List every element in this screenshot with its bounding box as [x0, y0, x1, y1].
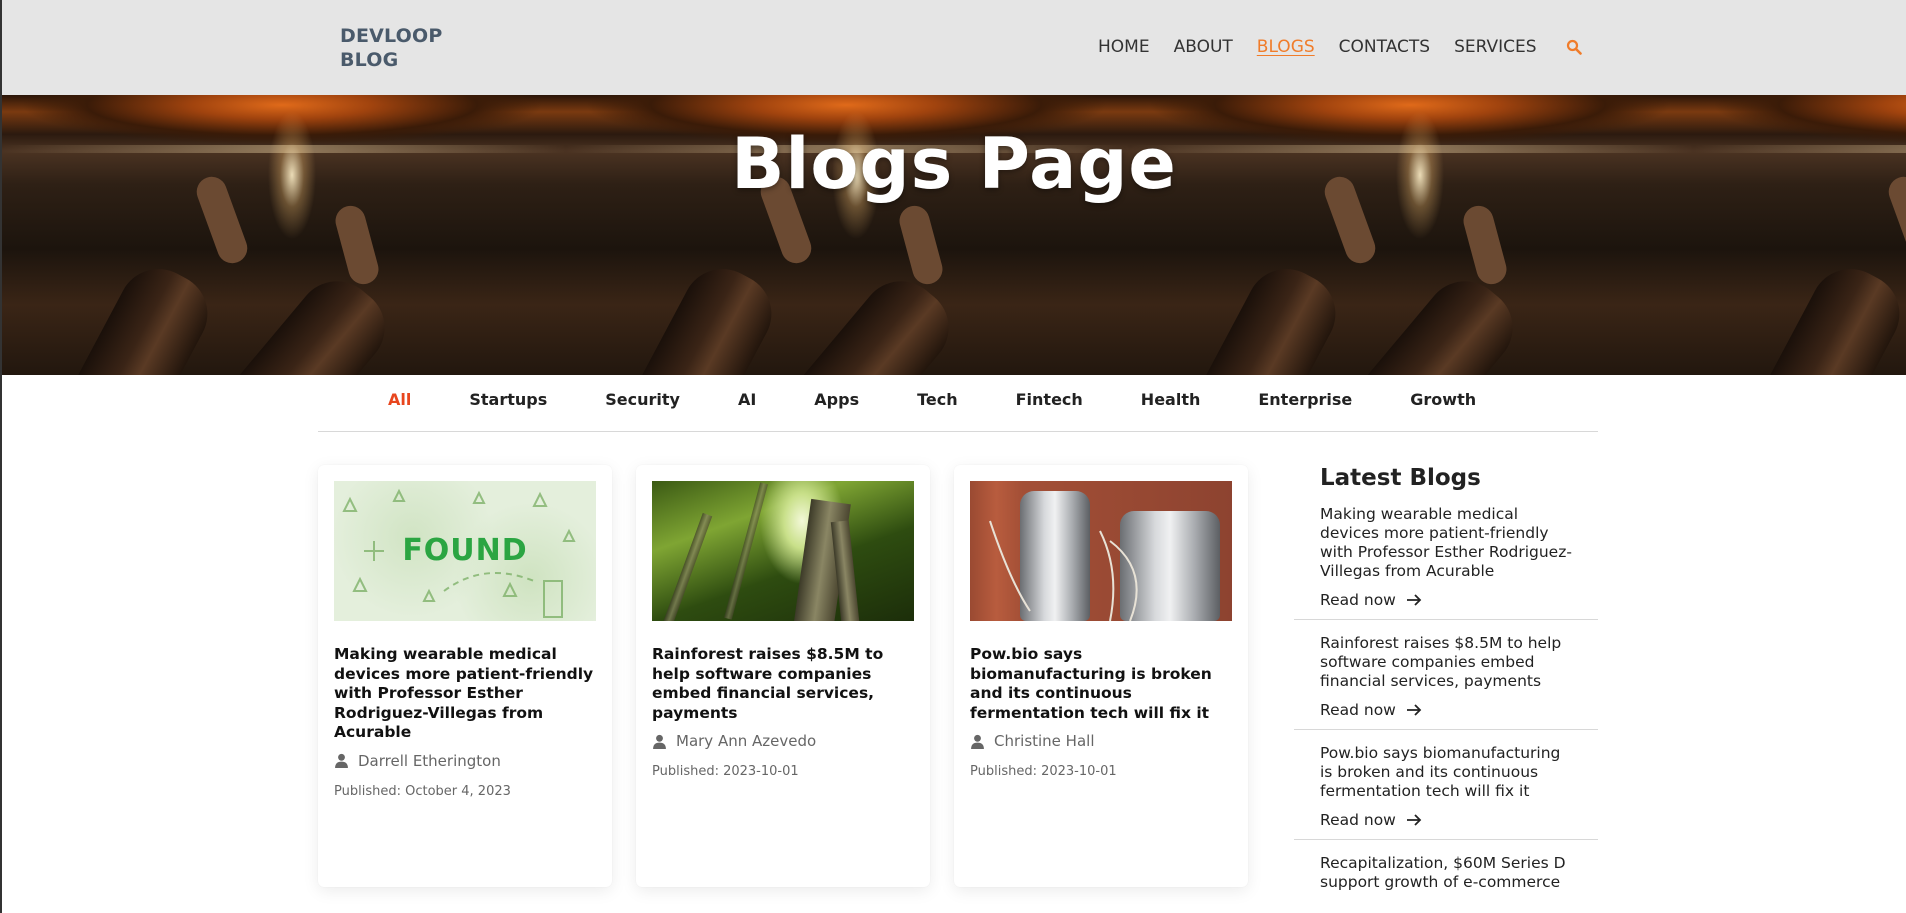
- site-logo[interactable]: DEVLOOP BLOG: [340, 24, 443, 72]
- logo-line-2: BLOG: [340, 49, 399, 71]
- blog-card[interactable]: FOUND Making wearable medical devices mo…: [318, 465, 612, 887]
- latest-blog-item: Rainforest raises $8.5M to help software…: [1294, 634, 1598, 730]
- tab-startups[interactable]: Startups: [469, 390, 547, 409]
- read-now-label: Read now: [1320, 591, 1396, 609]
- blog-card-author: Darrell Etherington: [334, 752, 596, 770]
- nav-about[interactable]: ABOUT: [1174, 36, 1233, 58]
- author-name: Christine Hall: [994, 732, 1095, 750]
- nav-contacts[interactable]: CONTACTS: [1339, 36, 1430, 58]
- blog-card[interactable]: Pow.bio says biomanufacturing is broken …: [954, 465, 1248, 887]
- blog-card[interactable]: Rainforest raises $8.5M to help software…: [636, 465, 930, 887]
- nav-services[interactable]: SERVICES: [1454, 36, 1536, 58]
- latest-blogs-sidebar: Latest Blogs Making wearable medical dev…: [1294, 465, 1598, 913]
- tab-apps[interactable]: Apps: [814, 390, 859, 409]
- read-now-label: Read now: [1320, 811, 1396, 829]
- arrow-right-icon: [1406, 704, 1422, 716]
- search-icon[interactable]: [1565, 38, 1583, 56]
- sidebar-heading: Latest Blogs: [1320, 465, 1481, 491]
- blog-card-image[interactable]: FOUND: [334, 481, 596, 621]
- read-now-label: Read now: [1320, 701, 1396, 719]
- publish-date: Published: 2023-10-01: [970, 764, 1117, 779]
- blog-card-image[interactable]: [970, 481, 1232, 621]
- tab-health[interactable]: Health: [1141, 390, 1201, 409]
- tab-tech[interactable]: Tech: [917, 390, 958, 409]
- latest-blog-title[interactable]: Pow.bio says biomanufacturing is broken …: [1320, 744, 1572, 801]
- page-title: Blogs Page: [731, 123, 1177, 205]
- author-name: Mary Ann Azevedo: [676, 732, 817, 750]
- read-now-link[interactable]: Read now: [1320, 591, 1422, 609]
- publish-date: Published: 2023-10-01: [652, 764, 799, 779]
- blog-card-image[interactable]: [652, 481, 914, 621]
- blog-card-author: Mary Ann Azevedo: [652, 732, 914, 750]
- nav-blogs[interactable]: BLOGS: [1257, 36, 1315, 58]
- card-image-text: FOUND: [402, 533, 528, 568]
- blog-card-title[interactable]: Making wearable medical devices more pat…: [334, 645, 596, 743]
- user-icon: [970, 734, 985, 749]
- arrow-right-icon: [1406, 594, 1422, 606]
- latest-blog-title[interactable]: Rainforest raises $8.5M to help software…: [1320, 634, 1572, 691]
- arrow-right-icon: [1406, 814, 1422, 826]
- latest-blog-title[interactable]: Making wearable medical devices more pat…: [1320, 505, 1572, 581]
- tubing: [989, 520, 1138, 621]
- nav-home[interactable]: HOME: [1098, 36, 1150, 58]
- latest-blog-item: Pow.bio says biomanufacturing is broken …: [1294, 744, 1598, 840]
- tab-all[interactable]: All: [388, 390, 411, 409]
- blog-card-title[interactable]: Rainforest raises $8.5M to help software…: [652, 645, 914, 723]
- latest-blog-title[interactable]: Recapitalization, $60M Series D support …: [1320, 854, 1572, 892]
- tab-growth[interactable]: Growth: [1410, 390, 1476, 409]
- user-icon: [334, 753, 349, 768]
- latest-blog-item: Making wearable medical devices more pat…: [1294, 505, 1598, 620]
- blog-card-title[interactable]: Pow.bio says biomanufacturing is broken …: [970, 645, 1232, 723]
- tab-ai[interactable]: AI: [738, 390, 756, 409]
- author-name: Darrell Etherington: [358, 751, 501, 770]
- category-tabs: All Startups Security AI Apps Tech Finte…: [318, 375, 1598, 432]
- read-now-link[interactable]: Read now: [1320, 811, 1422, 829]
- latest-blog-item: Recapitalization, $60M Series D support …: [1294, 854, 1598, 902]
- tab-security[interactable]: Security: [605, 390, 680, 409]
- blog-card-author: Christine Hall: [970, 732, 1232, 750]
- read-now-link[interactable]: Read now: [1320, 701, 1422, 719]
- site-header: DEVLOOP BLOG HOME ABOUT BLOGS CONTACTS S…: [2, 0, 1906, 95]
- publish-date: Published: October 4, 2023: [334, 783, 511, 799]
- main-nav: HOME ABOUT BLOGS CONTACTS SERVICES: [1098, 36, 1583, 58]
- hero-banner: Blogs Page: [2, 95, 1906, 375]
- user-icon: [652, 734, 667, 749]
- tab-fintech[interactable]: Fintech: [1016, 390, 1083, 409]
- logo-line-1: DEVLOOP: [340, 25, 443, 47]
- tab-enterprise[interactable]: Enterprise: [1258, 390, 1352, 409]
